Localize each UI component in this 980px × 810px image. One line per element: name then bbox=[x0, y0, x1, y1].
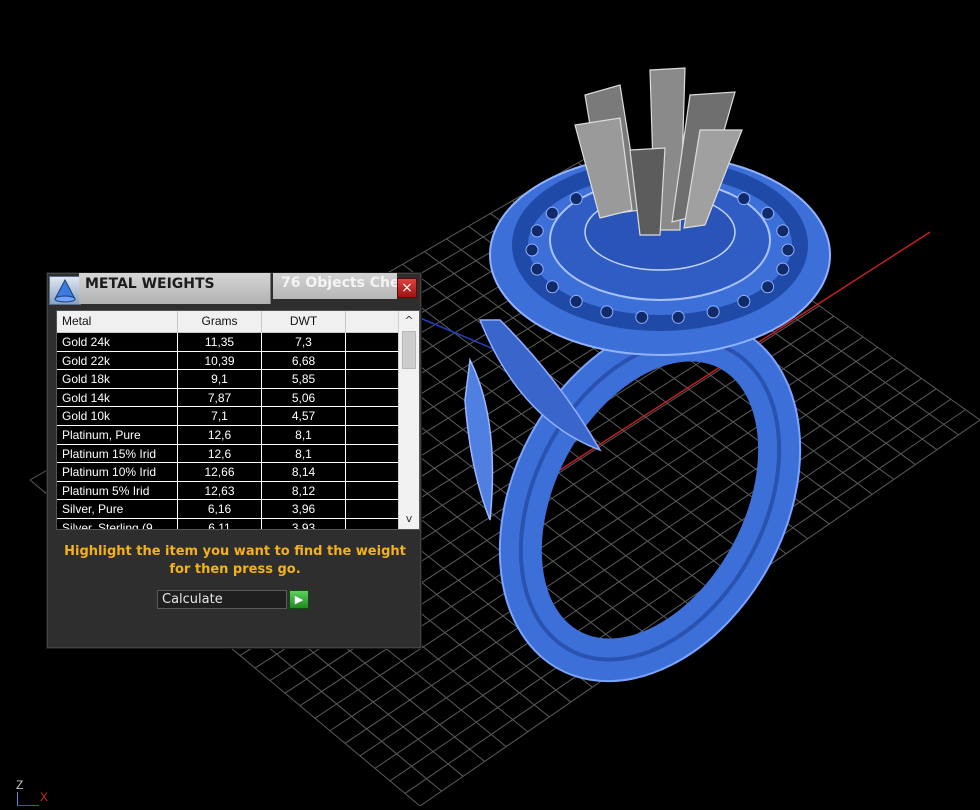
cell-dwt: 6,68 bbox=[262, 351, 346, 370]
cell-metal: Platinum 10% Irid bbox=[57, 463, 178, 482]
cell-dwt: 3,93 bbox=[262, 518, 346, 529]
cell-metal: Platinum, Pure bbox=[57, 425, 178, 444]
cell-dwt: 4,57 bbox=[262, 407, 346, 426]
cell-grams: 12,6 bbox=[178, 444, 262, 463]
cell-empty bbox=[346, 333, 399, 351]
cell-empty bbox=[346, 518, 399, 529]
cell-dwt: 8,1 bbox=[262, 425, 346, 444]
table-row[interactable]: Gold 24k 11,35 7,3 bbox=[57, 333, 399, 352]
go-button[interactable]: ▶ bbox=[289, 590, 309, 609]
table-scrollbar[interactable]: ^ v bbox=[398, 311, 419, 529]
table-row[interactable]: Gold 18k 9,1 5,85 bbox=[57, 370, 399, 389]
close-icon: × bbox=[401, 280, 413, 296]
cell-empty bbox=[346, 370, 399, 389]
calculate-dropdown[interactable]: Calculate bbox=[157, 590, 287, 609]
cell-grams: 6,11 bbox=[178, 518, 262, 529]
cell-grams: 11,35 bbox=[178, 333, 262, 351]
cell-metal: Gold 22k bbox=[57, 351, 178, 370]
cell-empty bbox=[346, 500, 399, 519]
cell-metal: Platinum 5% Irid bbox=[57, 481, 178, 500]
column-header-grams[interactable]: Grams bbox=[178, 311, 262, 332]
cell-dwt: 8,1 bbox=[262, 444, 346, 463]
play-icon: ▶ bbox=[294, 593, 304, 606]
scroll-down-button[interactable]: v bbox=[399, 511, 419, 527]
cell-metal: Gold 24k bbox=[57, 333, 178, 351]
tab-metal-weights[interactable]: METAL WEIGHTS bbox=[79, 273, 271, 304]
table-row[interactable]: Platinum 15% Irid 12,6 8,1 bbox=[57, 444, 399, 464]
cell-metal: Gold 18k bbox=[57, 370, 178, 389]
table-row[interactable]: Silver, Sterling (9 6,11 3,93 bbox=[57, 518, 399, 529]
cell-metal: Silver, Pure bbox=[57, 500, 178, 519]
cell-grams: 12,66 bbox=[178, 463, 262, 482]
cell-metal: Silver, Sterling (9 bbox=[57, 518, 178, 529]
cell-metal: Gold 14k bbox=[57, 388, 178, 407]
cell-empty bbox=[346, 463, 399, 482]
cell-empty bbox=[346, 425, 399, 444]
metal-weights-dialog: METAL WEIGHTS 76 Objects Checked × Metal… bbox=[46, 272, 422, 649]
cell-empty bbox=[346, 407, 399, 426]
column-header-dwt[interactable]: DWT bbox=[262, 311, 346, 332]
axis-indicator: Z X bbox=[8, 778, 52, 806]
cell-grams: 12,6 bbox=[178, 425, 262, 444]
cell-dwt: 7,3 bbox=[262, 333, 346, 351]
calculator-metal-icon bbox=[49, 276, 81, 305]
axis-x-label: X bbox=[40, 790, 49, 804]
dialog-titlebar[interactable]: METAL WEIGHTS 76 Objects Checked × bbox=[47, 273, 421, 305]
axis-z-label: Z bbox=[16, 778, 24, 792]
cell-metal: Gold 10k bbox=[57, 407, 178, 426]
cell-empty bbox=[346, 351, 399, 370]
cell-dwt: 3,96 bbox=[262, 500, 346, 519]
table-row[interactable]: Gold 22k 10,39 6,68 bbox=[57, 351, 399, 371]
table-row[interactable]: Silver, Pure 6,16 3,96 bbox=[57, 500, 399, 519]
table-body: Gold 24k 11,35 7,3 Gold 22k 10,39 6,68 Gold 18… bbox=[57, 333, 399, 529]
cell-grams: 7,87 bbox=[178, 388, 262, 407]
cell-grams: 10,39 bbox=[178, 351, 262, 370]
table-row[interactable]: Gold 10k 7,1 4,57 bbox=[57, 407, 399, 426]
tab-objects-checked[interactable]: 76 Objects Checked bbox=[273, 273, 397, 299]
cell-grams: 9,1 bbox=[178, 370, 262, 389]
cell-grams: 7,1 bbox=[178, 407, 262, 426]
cell-empty bbox=[346, 388, 399, 407]
cell-dwt: 8,12 bbox=[262, 481, 346, 500]
cell-metal: Platinum 15% Irid bbox=[57, 444, 178, 463]
metal-weights-table[interactable]: Metal Grams DWT Gold 24k 11,35 7,3 Gold 22k… bbox=[56, 310, 420, 530]
column-header-empty bbox=[346, 311, 399, 332]
table-row[interactable]: Platinum 5% Irid 12,63 8,12 bbox=[57, 481, 399, 501]
scroll-up-button[interactable]: ^ bbox=[399, 313, 419, 329]
cell-grams: 12,63 bbox=[178, 481, 262, 500]
table-row[interactable]: Platinum, Pure 12,6 8,1 bbox=[57, 425, 399, 445]
table-row[interactable]: Platinum 10% Irid 12,66 8,14 bbox=[57, 463, 399, 482]
cell-dwt: 8,14 bbox=[262, 463, 346, 482]
instructions-text: Highlight the item you want to find the … bbox=[64, 544, 406, 577]
axis-z-line bbox=[17, 792, 18, 806]
scroll-thumb[interactable] bbox=[402, 331, 416, 369]
cell-dwt: 5,85 bbox=[262, 370, 346, 389]
close-button[interactable]: × bbox=[397, 278, 417, 298]
cell-grams: 6,16 bbox=[178, 500, 262, 519]
cell-empty bbox=[346, 444, 399, 463]
table-row[interactable]: Gold 14k 7,87 5,06 bbox=[57, 388, 399, 408]
table-header: Metal Grams DWT bbox=[57, 311, 399, 333]
column-header-metal[interactable]: Metal bbox=[57, 311, 178, 332]
cell-empty bbox=[346, 481, 399, 500]
cell-dwt: 5,06 bbox=[262, 388, 346, 407]
